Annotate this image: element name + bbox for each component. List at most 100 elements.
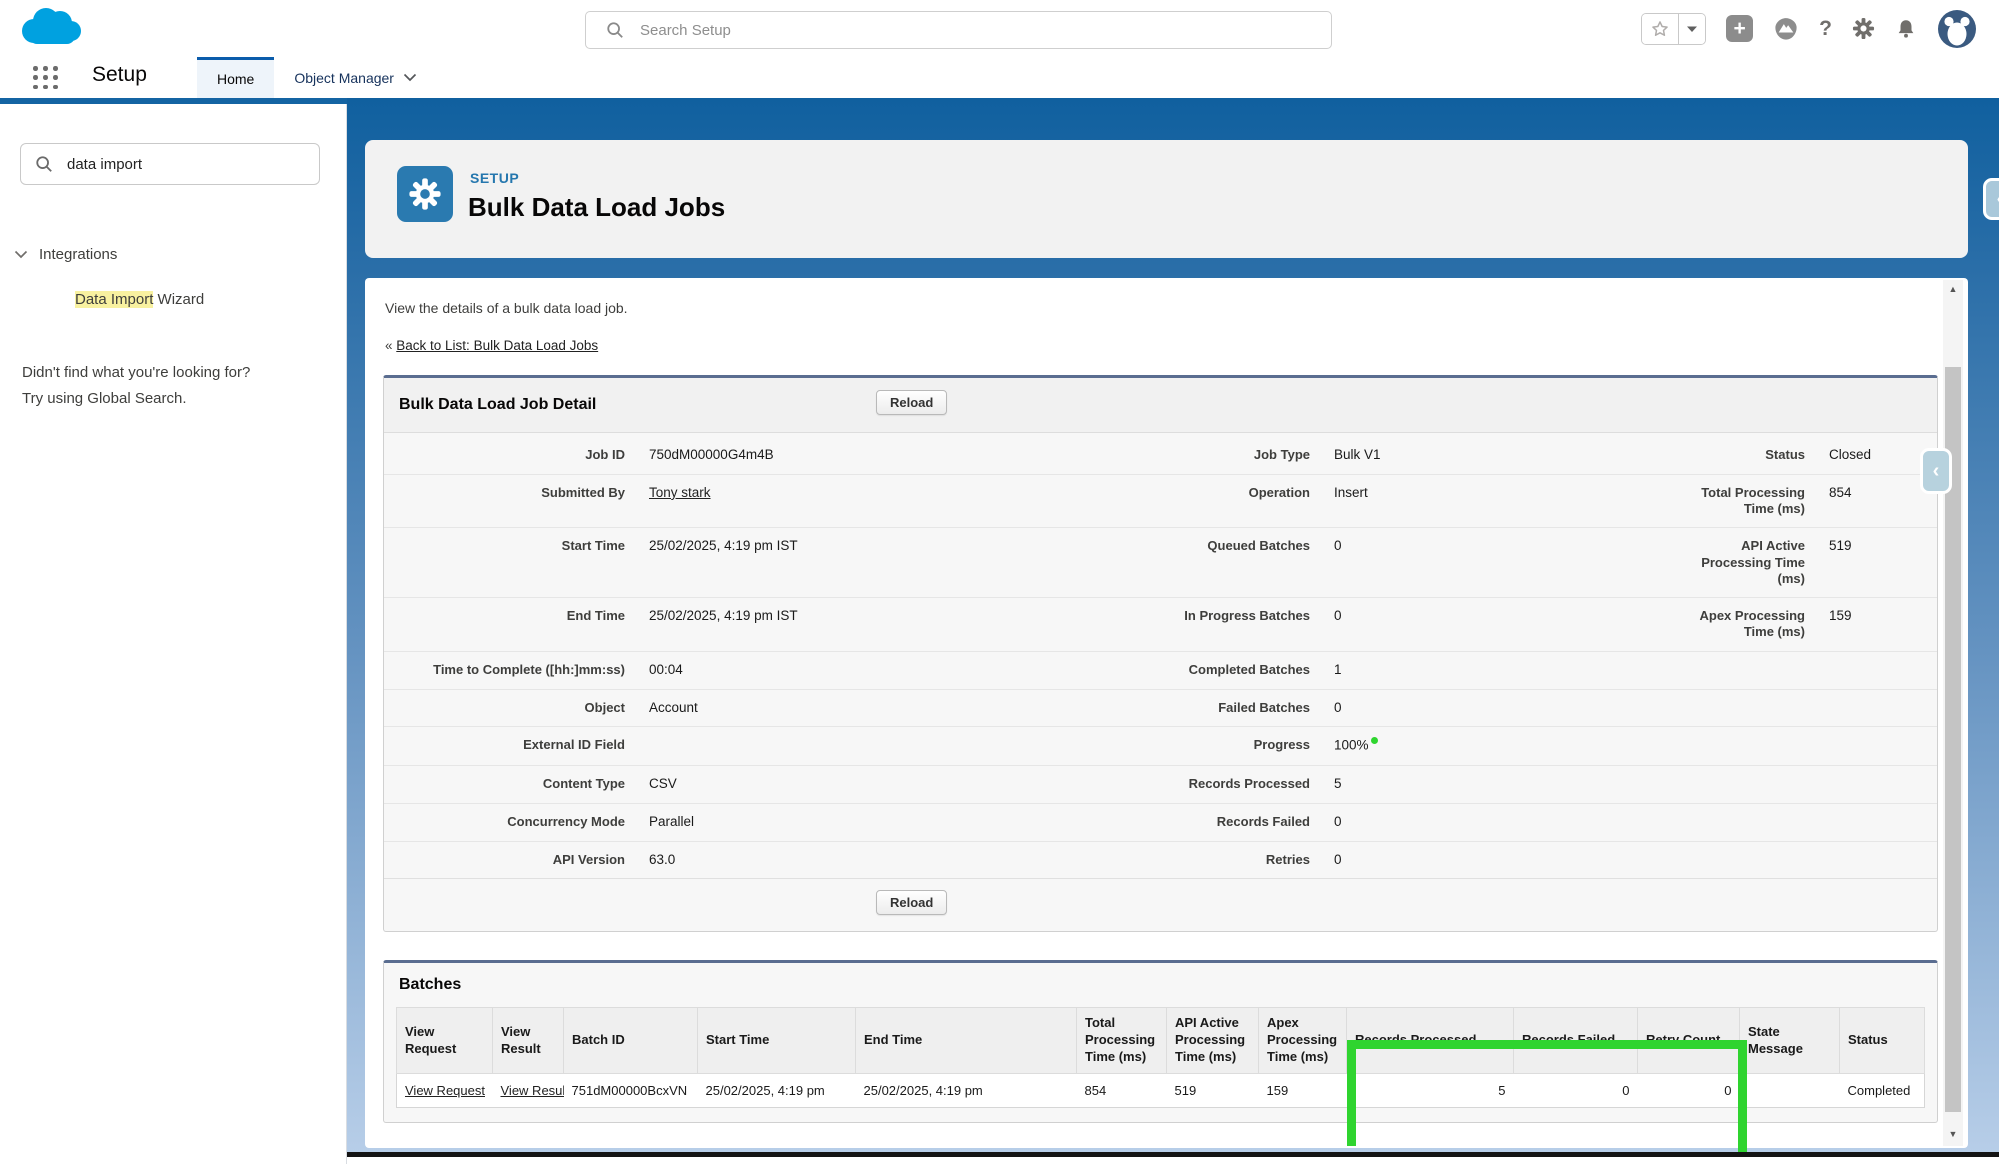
column-header: Start Time: [698, 1008, 856, 1074]
sidebar-notfound-text: Didn't find what you're looking for? Try…: [22, 360, 250, 413]
field-value: 1: [1334, 662, 1342, 677]
field-label: Object: [585, 700, 625, 715]
detail-row: End Time25/02/2025, 4:19 pm ISTIn Progre…: [384, 597, 1937, 651]
notifications-button[interactable]: [1895, 18, 1917, 40]
setup-gear-button[interactable]: [1852, 17, 1875, 40]
detail-row: Time to Complete ([hh:]mm:ss)00:04Comple…: [384, 651, 1937, 689]
field-label: API Version: [553, 852, 625, 867]
field-value: 0: [1334, 852, 1342, 867]
search-match-highlight: Data Import: [75, 291, 153, 308]
batches-table: View Request View ResultBatch IDStart Tim…: [396, 1007, 1925, 1108]
reload-button-bottom[interactable]: Reload: [876, 890, 947, 915]
vertical-scrollbar[interactable]: ▲ ▼: [1943, 280, 1963, 1146]
column-header: Apex Processing Time (ms): [1259, 1008, 1347, 1074]
field-value: 25/02/2025, 4:19 pm IST: [649, 608, 798, 623]
sidebar-item-data-import-wizard[interactable]: Data Import Wizard: [75, 291, 204, 308]
scroll-up-arrow[interactable]: ▲: [1943, 280, 1963, 298]
job-detail-grid: Job ID750dM00000G4m4BJob TypeBulk V1Stat…: [384, 433, 1937, 878]
tab-home[interactable]: Home: [197, 57, 274, 98]
table-cell: 159: [1259, 1074, 1347, 1108]
field-value: 5: [1334, 776, 1342, 791]
field-value: Account: [649, 700, 698, 715]
help-button[interactable]: ?: [1819, 17, 1832, 41]
page-header-card: SETUP Bulk Data Load Jobs: [365, 140, 1968, 258]
column-header: API Active Processing Time (ms): [1167, 1008, 1259, 1074]
field-value: 519: [1829, 538, 1852, 553]
column-header: Records Processed: [1347, 1008, 1514, 1074]
back-to-list-link[interactable]: Back to List: Bulk Data Load Jobs: [396, 338, 598, 353]
reload-button-top[interactable]: Reload: [876, 390, 947, 415]
field-label: Submitted By: [541, 485, 625, 500]
table-cell: Completed: [1840, 1074, 1925, 1108]
tab-object-manager[interactable]: Object Manager: [274, 57, 437, 98]
chevron-down-icon: [1686, 25, 1698, 33]
search-setup-input[interactable]: [638, 21, 1331, 40]
back-to-list: « Back to List: Bulk Data Load Jobs: [385, 338, 1938, 353]
favorites-star-button[interactable]: [1642, 14, 1678, 44]
astro-avatar-icon: [1937, 9, 1977, 49]
detail-row: External ID FieldProgress100%: [384, 726, 1937, 764]
table-cell: 519: [1167, 1074, 1259, 1108]
column-header: State Message: [1740, 1008, 1840, 1074]
sidebar-search-input[interactable]: [65, 155, 319, 174]
view-request-link[interactable]: View Request: [405, 1083, 485, 1098]
field-value: Bulk V1: [1334, 447, 1381, 462]
field-value: 0: [1334, 814, 1342, 829]
app-launcher-button[interactable]: [33, 66, 59, 90]
column-header: End Time: [856, 1008, 1077, 1074]
section-title: Bulk Data Load Job Detail: [399, 396, 596, 414]
chevron-down-icon: [403, 73, 417, 82]
field-label: Completed Batches: [1189, 662, 1310, 677]
field-value: 25/02/2025, 4:19 pm IST: [649, 538, 798, 553]
field-value: Parallel: [649, 814, 694, 829]
trailhead-button[interactable]: [1773, 16, 1799, 42]
detail-row: Start Time25/02/2025, 4:19 pm ISTQueued …: [384, 527, 1937, 597]
quick-create-button[interactable]: +: [1726, 15, 1753, 42]
app-name: Setup: [92, 63, 147, 87]
chevron-down-icon: [14, 250, 28, 259]
field-label: Job ID: [585, 447, 625, 462]
detail-row: Submitted ByTony starkOperationInsertTot…: [384, 474, 1937, 528]
field-label: API Active Processing Time (ms): [1697, 538, 1805, 587]
collapse-panel-button[interactable]: ‹: [1983, 178, 1999, 220]
field-label: Progress: [1254, 737, 1310, 752]
table-row: View RequestView Result751dM00000BcxVN25…: [397, 1074, 1925, 1108]
field-label: In Progress Batches: [1184, 608, 1310, 623]
expand-side-panel-button[interactable]: ‹: [1920, 448, 1952, 494]
setup-gear-tile: [397, 166, 453, 222]
field-value: CSV: [649, 776, 677, 791]
favorites-group: [1641, 13, 1706, 45]
global-header: + ?: [0, 0, 1999, 57]
global-search: [585, 11, 1332, 49]
page-title: Bulk Data Load Jobs: [468, 192, 725, 223]
field-label: Records Failed: [1217, 814, 1310, 829]
plus-icon: +: [1734, 18, 1746, 39]
field-value: 750dM00000G4m4B: [649, 447, 774, 462]
field-label: Failed Batches: [1218, 700, 1310, 715]
scroll-down-arrow[interactable]: ▼: [1943, 1125, 1963, 1143]
column-header: Retry Count: [1638, 1008, 1740, 1074]
column-header: Records Failed: [1514, 1008, 1638, 1074]
field-label: Total Processing Time (ms): [1697, 485, 1805, 518]
submitted-by-link[interactable]: Tony stark: [649, 485, 711, 500]
detail-row: Content TypeCSVRecords Processed5: [384, 765, 1937, 803]
column-header: Status: [1840, 1008, 1925, 1074]
sidebar-section-integrations[interactable]: Integrations: [14, 246, 117, 263]
field-value: Closed: [1829, 447, 1871, 462]
table-cell: 854: [1077, 1074, 1167, 1108]
job-detail-section: Bulk Data Load Job Detail Reload Job ID 7…: [383, 375, 1938, 932]
column-header: View Result: [493, 1008, 564, 1074]
salesforce-logo[interactable]: [20, 6, 84, 55]
detail-row: ObjectAccountFailed Batches0: [384, 689, 1937, 727]
search-icon: [606, 21, 624, 39]
view-result-link[interactable]: View Result: [501, 1083, 564, 1098]
field-label: Operation: [1249, 485, 1310, 500]
sidebar-search: [20, 143, 320, 185]
table-cell: 5: [1347, 1074, 1514, 1108]
field-label: Content Type: [543, 776, 625, 791]
user-avatar[interactable]: [1937, 9, 1977, 49]
favorites-caret-button[interactable]: [1678, 14, 1705, 44]
column-header: Batch ID: [564, 1008, 698, 1074]
field-label: Retries: [1266, 852, 1310, 867]
question-icon: ?: [1819, 17, 1832, 41]
